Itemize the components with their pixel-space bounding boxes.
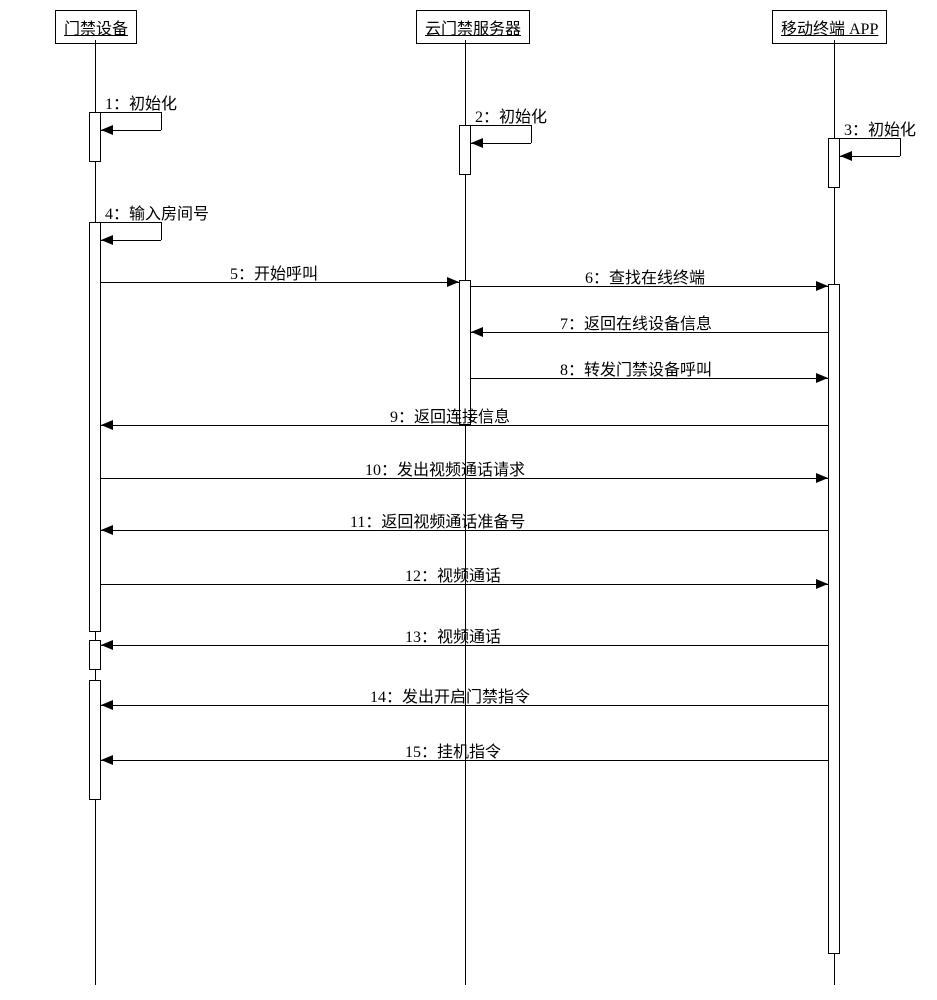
msg-8-label: 8：转发门禁设备呼叫 [560,356,712,380]
msg-5-arrow [447,277,459,287]
msg-15-label: 15：挂机指令 [405,738,501,762]
activation-device-main [89,222,101,632]
participant-device: 门禁设备 [55,10,137,44]
participant-server-label: 云门禁服务器 [425,21,521,38]
activation-device-1415 [89,680,101,800]
participant-server: 云门禁服务器 [416,10,530,44]
msg-13-label: 13：视频通话 [405,623,501,647]
msg-14-arrow [101,700,113,710]
msg-7-arrow [471,327,483,337]
participant-app: 移动终端 APP [772,10,887,44]
activation-device-13 [89,640,101,670]
msg-11-label: 11：返回视频通话准备号 [350,508,525,532]
msg-5-label: 5：开始呼叫 [230,260,318,284]
activation-app-main [828,284,840,954]
msg-13-arrow [101,640,113,650]
msg-9-label: 9：返回连接信息 [390,403,510,427]
msg-11-arrow [101,525,113,535]
msg-10-label: 10：发出视频通话请求 [365,456,525,480]
activation-app-init [828,138,840,188]
msg-9-arrow [101,420,113,430]
msg-12-arrow [816,579,828,589]
msg-8-arrow [816,373,828,383]
msg-3-label: 3：初始化 [844,116,916,140]
msg-12-label: 12：视频通话 [405,562,501,586]
msg-14-label: 14：发出开启门禁指令 [370,683,530,707]
participant-app-label: 移动终端 APP [781,21,878,38]
activation-device-init [89,112,101,162]
activation-server-init [459,125,471,175]
msg-6-label: 6：查找在线终端 [585,264,705,288]
sequence-diagram: 门禁设备 云门禁服务器 移动终端 APP 1：初始化 2：初始化 3：初始 [0,0,937,1000]
msg-6-arrow [816,281,828,291]
participant-device-label: 门禁设备 [64,21,128,38]
msg-7-label: 7：返回在线设备信息 [560,310,712,334]
msg-1-label: 1：初始化 [105,90,177,114]
msg-15-arrow [101,755,113,765]
msg-10-arrow [816,473,828,483]
msg-4-label: 4：输入房间号 [105,200,209,224]
msg-2-label: 2：初始化 [475,103,547,127]
